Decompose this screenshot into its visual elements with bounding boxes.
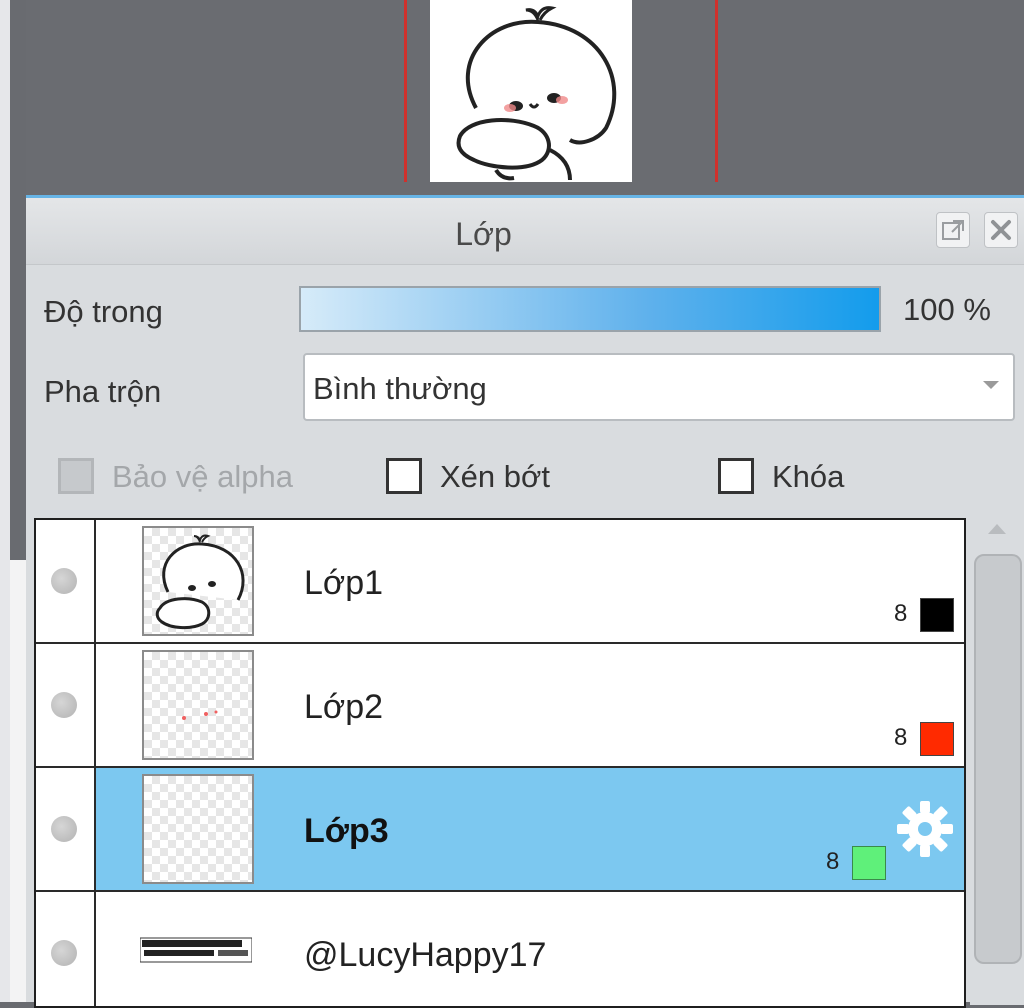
- layer-name: Lớp1: [304, 564, 384, 602]
- panel-title-bar[interactable]: Lớp: [26, 198, 1024, 265]
- layer-row[interactable]: @LucyHappy17: [36, 892, 964, 1006]
- layer-name: Lớp2: [304, 688, 384, 726]
- protect-alpha-checkbox[interactable]: [58, 458, 94, 494]
- layer-panel: Lớp Độ trong 100 % Pha trộn Bình thường …: [26, 195, 1024, 1008]
- popout-button[interactable]: [936, 212, 970, 248]
- opacity-slider-fill: [301, 288, 879, 330]
- layer-thumbnail: [142, 526, 254, 636]
- blend-mode-select[interactable]: Bình thường: [303, 353, 1015, 421]
- scroll-up-arrow-icon[interactable]: [988, 524, 1006, 534]
- layer-list-scrollbar[interactable]: [970, 518, 1024, 1005]
- layer-color-number: 8: [894, 724, 908, 751]
- layer-color-swatch[interactable]: [920, 598, 954, 632]
- thumbnail-drawing: [182, 710, 218, 720]
- clip-checkbox[interactable]: [386, 458, 422, 494]
- panel-title: Lớp: [455, 216, 512, 252]
- blend-label: Pha trộn: [44, 374, 162, 409]
- opacity-label: Độ trong: [44, 294, 163, 329]
- layer-row[interactable]: Lớp1 8: [36, 520, 964, 644]
- layer-name: @LucyHappy17: [304, 936, 547, 974]
- visibility-toggle[interactable]: [36, 768, 96, 890]
- layer-thumbnail: [142, 650, 254, 760]
- visibility-toggle[interactable]: [36, 520, 96, 642]
- visibility-toggle[interactable]: [36, 644, 96, 766]
- layer-list: Lớp1 8 Lớp2 8 Lớp3 8 @LucyHappy17: [34, 518, 966, 1008]
- gear-icon[interactable]: [896, 800, 954, 858]
- canvas-drawing: [456, 6, 617, 181]
- lock-checkbox[interactable]: [718, 458, 754, 494]
- layer-color-swatch[interactable]: [852, 846, 886, 880]
- layer-row-selected[interactable]: Lớp3 8: [36, 768, 964, 892]
- lock-label: Khóa: [772, 459, 845, 494]
- thumbnail-drawing: [155, 534, 245, 630]
- close-button[interactable]: [984, 212, 1018, 248]
- visibility-dot-icon: [51, 816, 77, 842]
- left-edge: [0, 0, 10, 1002]
- canvas-paper[interactable]: [430, 0, 632, 182]
- layer-color-swatch[interactable]: [920, 722, 954, 756]
- layer-name: Lớp3: [304, 812, 389, 850]
- visibility-toggle[interactable]: [36, 892, 96, 1006]
- layer-row[interactable]: Lớp2 8: [36, 644, 964, 768]
- opacity-value: 100 %: [903, 292, 991, 327]
- visibility-dot-icon: [51, 568, 77, 594]
- watermark-thumbnail: [140, 937, 252, 963]
- layer-color-number: 8: [826, 848, 840, 875]
- visibility-dot-icon: [51, 940, 77, 966]
- clip-label: Xén bớt: [440, 459, 550, 494]
- left-edge-lower: [10, 560, 26, 1002]
- visibility-dot-icon: [51, 692, 77, 718]
- protect-alpha-label: Bảo vệ alpha: [112, 459, 293, 494]
- chevron-down-icon: [983, 381, 999, 389]
- blend-mode-value: Bình thường: [313, 371, 487, 406]
- scrollbar-thumb[interactable]: [974, 554, 1022, 964]
- close-icon: [991, 220, 1011, 240]
- layer-thumbnail: [142, 774, 254, 884]
- opacity-slider[interactable]: [299, 286, 881, 332]
- layer-color-number: 8: [894, 600, 908, 627]
- popout-icon: [942, 220, 964, 240]
